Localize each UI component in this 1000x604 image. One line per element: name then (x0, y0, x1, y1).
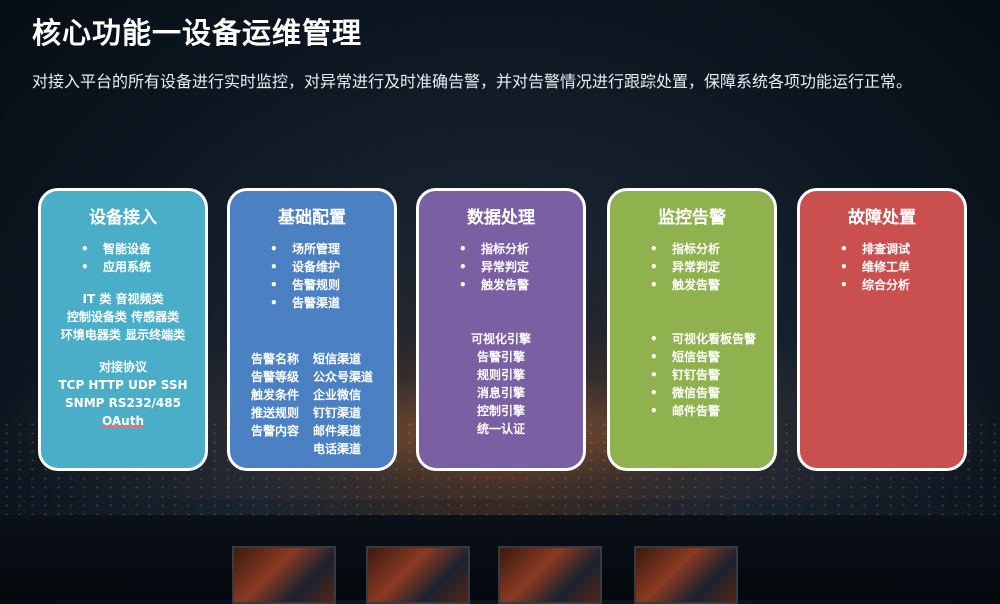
list-item: 告警内容 (250, 424, 299, 438)
list-item: 告警等级 (250, 370, 299, 384)
list-item: 智能设备 (81, 240, 205, 258)
protocol-item: TCP HTTP UDP SSH (58, 378, 188, 392)
list-item: 触发告警 (650, 276, 774, 294)
card-device-access: 设备接入 智能设备 应用系统 IT 类 音视频类 控制设备类 传感器类 环境电器… (38, 188, 208, 471)
list-item: 电话渠道 (313, 442, 362, 456)
list-item: 指标分析 (650, 240, 774, 258)
list-item: 告警规则 (270, 276, 394, 294)
bullet-list: 指标分析 异常判定 触发告警 (650, 240, 774, 294)
list-item: 维修工单 (840, 258, 964, 276)
list-item: 应用系统 (81, 258, 205, 276)
list-item: 公众号渠道 (313, 370, 374, 384)
list-item: 设备维护 (270, 258, 394, 276)
list-item: 钉钉告警 (650, 366, 774, 384)
list-item: 触发条件 (250, 388, 299, 402)
card-title: 故障处置 (848, 208, 916, 228)
list-item: 邮件告警 (650, 402, 774, 420)
list-item: 异常判定 (459, 258, 583, 276)
list-item: 微信告警 (650, 384, 774, 402)
card-title: 设备接入 (89, 208, 157, 228)
bullet-list: 排查调试 维修工单 综合分析 (840, 240, 964, 294)
list-item: 触发告警 (459, 276, 583, 294)
page-title: 核心功能一设备运维管理 (32, 16, 363, 50)
engine-item: 统一认证 (476, 422, 525, 436)
card-monitoring-alerts: 监控告警 指标分析 异常判定 触发告警 可视化看板告警 短信告警 钉钉告警 微信… (607, 188, 777, 471)
list-item: 告警名称 (250, 352, 299, 366)
background-monitor (634, 546, 738, 604)
device-types: 控制设备类 传感器类 (66, 310, 180, 324)
background-monitor (366, 546, 470, 604)
card-title: 监控告警 (658, 208, 726, 228)
list-item: 可视化看板告警 (650, 330, 774, 348)
protocol-heading: 对接协议 (98, 360, 147, 374)
list-item: 邮件渠道 (313, 424, 362, 438)
list-item: 指标分析 (459, 240, 583, 258)
list-item: 异常判定 (650, 258, 774, 276)
engine-item: 可视化引擎 (470, 332, 531, 346)
list-item: 告警渠道 (270, 294, 394, 312)
device-types: IT 类 音视频类 (82, 292, 164, 306)
protocol-item: OAuth (102, 414, 144, 428)
page-subtitle: 对接入平台的所有设备进行实时监控，对异常进行及时准确告警，并对告警情况进行跟踪处… (32, 72, 913, 91)
list-item: 短信告警 (650, 348, 774, 366)
bullet-list: 场所管理 设备维护 告警规则 告警渠道 (270, 240, 394, 312)
background-monitor (498, 546, 602, 604)
list-item: 综合分析 (840, 276, 964, 294)
card-basic-config: 基础配置 场所管理 设备维护 告警规则 告警渠道 告警名称 告警等级 触发条件 … (227, 188, 397, 471)
card-data-processing: 数据处理 指标分析 异常判定 触发告警 可视化引擎 告警引擎 规则引擎 消息引擎… (416, 188, 586, 471)
list-item: 企业微信 (313, 388, 362, 402)
background-monitor (232, 546, 336, 604)
bullet-list: 智能设备 应用系统 (81, 240, 205, 276)
list-item: 排查调试 (840, 240, 964, 258)
engine-item: 控制引擎 (476, 404, 525, 418)
alert-fields-column: 告警名称 告警等级 触发条件 推送规则 告警内容 (251, 350, 299, 458)
bullet-list: 指标分析 异常判定 触发告警 (459, 240, 583, 294)
engine-item: 规则引擎 (476, 368, 525, 382)
alert-channel-list: 可视化看板告警 短信告警 钉钉告警 微信告警 邮件告警 (650, 330, 774, 420)
engine-item: 告警引擎 (476, 350, 525, 364)
list-item: 场所管理 (270, 240, 394, 258)
card-fault-handling: 故障处置 排查调试 维修工单 综合分析 (797, 188, 967, 471)
card-title: 数据处理 (467, 208, 535, 228)
device-types: 环境电器类 显示终端类 (60, 328, 186, 342)
list-item: 短信渠道 (313, 352, 362, 366)
list-item: 推送规则 (250, 406, 299, 420)
card-title: 基础配置 (278, 208, 346, 228)
channels-column: 短信渠道 公众号渠道 企业微信 钉钉渠道 邮件渠道 电话渠道 (313, 350, 373, 458)
protocol-item: SNMP RS232/485 (65, 396, 181, 410)
engine-item: 消息引擎 (476, 386, 525, 400)
list-item: 钉钉渠道 (313, 406, 362, 420)
